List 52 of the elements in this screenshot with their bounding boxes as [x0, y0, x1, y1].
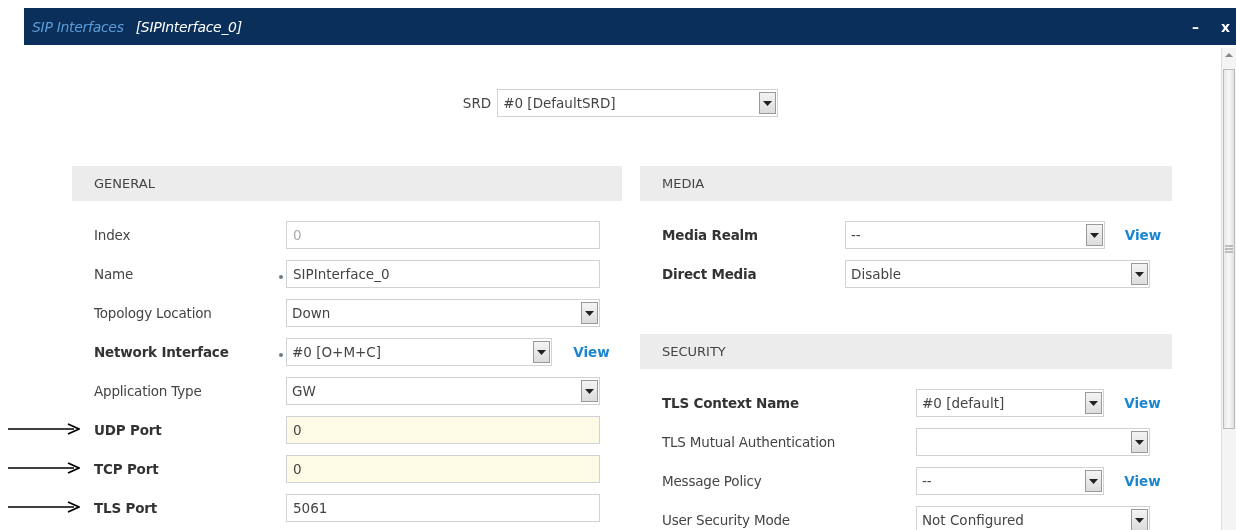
field-label: UDP Port: [94, 422, 163, 438]
caret-icon: [581, 380, 598, 402]
text-field[interactable]: 0: [286, 416, 600, 444]
record-name: [SIPInterface_0]: [135, 18, 242, 35]
field-label: Direct Media: [662, 266, 758, 282]
caret-icon: [1086, 224, 1103, 246]
caret-icon: [1131, 509, 1148, 530]
section-header: MEDIA: [640, 166, 1172, 201]
field-label: Topology Location: [94, 305, 213, 321]
dropdown[interactable]: --: [845, 221, 1105, 249]
dropdown[interactable]: Not Configured: [916, 506, 1150, 530]
caret-icon: [759, 92, 777, 114]
field-label: Message Policy: [662, 473, 763, 489]
field-label: Name: [94, 266, 135, 282]
dropdown[interactable]: GW: [286, 377, 600, 405]
field-label: Index: [94, 227, 132, 243]
caret-icon: [533, 341, 550, 363]
caret-icon: [581, 302, 598, 324]
field-label: TLS Mutual Authentication: [662, 434, 837, 450]
section-header: GENERAL: [72, 166, 622, 201]
dropdown[interactable]: [916, 428, 1150, 456]
section-header: SECURITY: [640, 334, 1172, 369]
caret-icon: [1131, 431, 1148, 453]
text-field[interactable]: 0: [286, 455, 600, 483]
field-label: TLS Port: [94, 500, 158, 516]
field-label: TLS Context Name: [662, 395, 800, 411]
field-label: TCP Port: [94, 461, 160, 477]
field-label: User Security Mode: [662, 512, 791, 528]
caret-icon: [1085, 470, 1102, 492]
field-label: Network Interface: [94, 344, 230, 360]
dropdown[interactable]: #0 [O+M+C]: [286, 338, 552, 366]
dropdown[interactable]: Disable: [845, 260, 1150, 288]
srd-dropdown[interactable]: #0 [DefaultSRD]: [497, 89, 779, 117]
field-label: Media Realm: [662, 227, 759, 243]
minimize-button[interactable]: –: [1187, 18, 1203, 35]
caret-icon: [1131, 263, 1148, 285]
dropdown[interactable]: --: [916, 467, 1104, 495]
grip-icon: [1225, 245, 1233, 253]
scrollbar[interactable]: [1221, 48, 1236, 530]
srd-label: SRD: [462, 95, 492, 111]
view-link[interactable]: View: [1124, 473, 1172, 489]
view-link[interactable]: View: [1124, 395, 1172, 411]
dropdown[interactable]: #0 [default]: [916, 389, 1104, 417]
close-button[interactable]: x: [1216, 18, 1234, 35]
field-label: Application Type: [94, 383, 203, 399]
caret-icon: [1085, 392, 1102, 414]
window-title: SIP Interfaces: [32, 18, 124, 35]
text-field[interactable]: 5061: [286, 494, 600, 522]
view-link[interactable]: View: [1124, 227, 1172, 243]
dropdown[interactable]: Down: [286, 299, 600, 327]
text-field[interactable]: SIPInterface_0: [286, 260, 600, 288]
view-link[interactable]: View: [573, 344, 622, 360]
